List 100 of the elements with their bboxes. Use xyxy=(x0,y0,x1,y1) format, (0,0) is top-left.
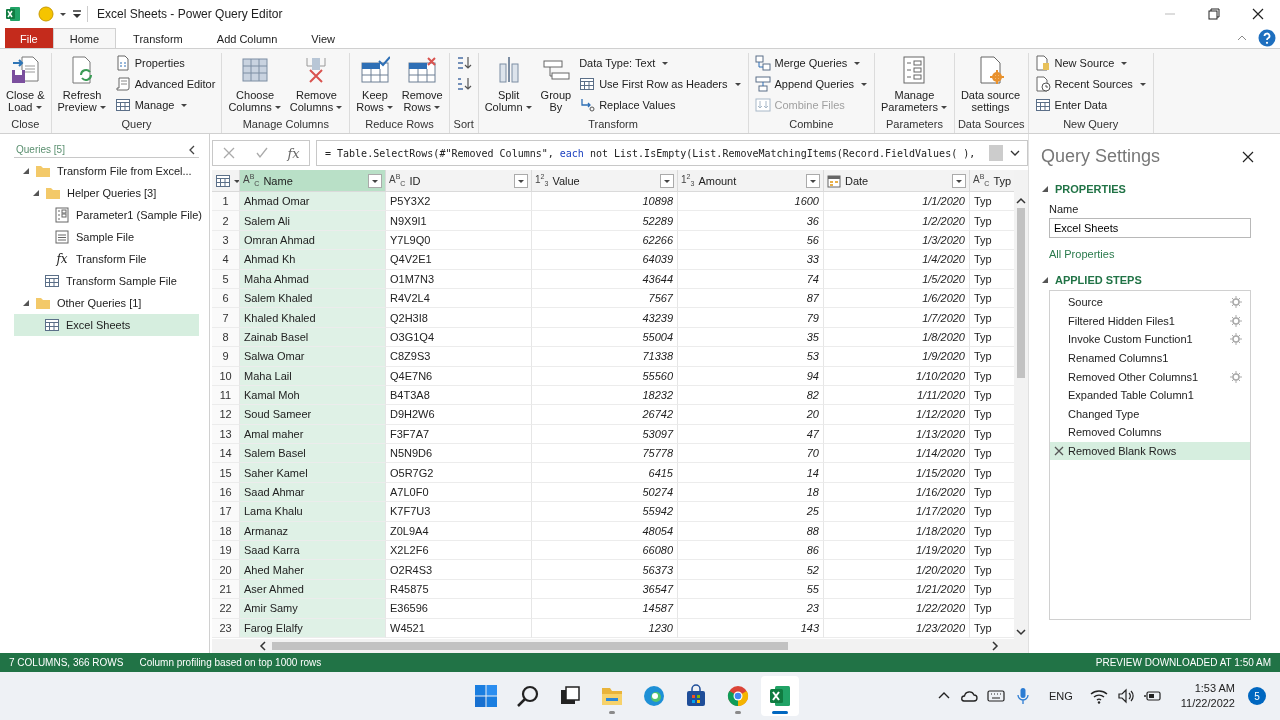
filter-button[interactable] xyxy=(952,173,966,188)
keyboard-icon[interactable] xyxy=(986,687,1005,705)
ribbon-button[interactable]: Enter Data xyxy=(1031,95,1150,115)
step-item[interactable]: Expanded Table Column1 xyxy=(1050,385,1250,405)
merge-icon xyxy=(754,55,771,71)
expanded-arrow-icon[interactable] xyxy=(32,189,40,197)
field-label: Name xyxy=(1049,203,1080,215)
ribbon-button[interactable]: Close & Load xyxy=(3,53,48,115)
notification-badge[interactable]: 5 xyxy=(1248,687,1266,705)
ribbon-button[interactable]: New Source xyxy=(1031,53,1150,73)
filter-button[interactable] xyxy=(368,173,382,188)
scroll-down-icon[interactable] xyxy=(1016,627,1026,637)
ribbon-tab[interactable]: Home xyxy=(52,28,117,48)
collapse-pane-icon[interactable] xyxy=(187,144,197,155)
ribbon-button[interactable]: Manage xyxy=(111,95,219,115)
new-document-icon xyxy=(1034,55,1051,71)
column-header[interactable]: 1$^{2}$$_{3}$ Amount xyxy=(678,170,824,192)
clock-date[interactable]: 11/22/2022 xyxy=(1180,696,1235,711)
query-item[interactable]: Transform File from Excel... xyxy=(14,160,199,182)
formula-field[interactable]: = Table.SelectRows(#"Removed Columns", each not List.IsEmpty(List.RemoveMatchingItems(Record.FieldValues(_), xyxy=(316,140,1028,166)
step-item[interactable]: Source xyxy=(1050,293,1250,312)
customize-icon[interactable] xyxy=(72,9,82,19)
query-item[interactable]: Other Queries [1] xyxy=(14,292,199,314)
expanded-arrow-icon[interactable] xyxy=(22,167,30,175)
caret-icon[interactable] xyxy=(59,10,67,18)
table-menu-button[interactable] xyxy=(212,170,240,192)
language-indicator[interactable]: ENG xyxy=(1048,690,1073,702)
scroll-right-icon[interactable] xyxy=(990,641,1000,651)
close-icon[interactable] xyxy=(1242,150,1254,163)
query-item[interactable]: Transform Sample File xyxy=(14,270,199,292)
ribbon-button[interactable]: Properties xyxy=(111,53,219,73)
speaker-icon[interactable] xyxy=(1116,687,1135,705)
insert-function-button[interactable]: fx xyxy=(287,145,300,161)
query-item[interactable]: Helper Queries [3] xyxy=(14,182,199,204)
query-item[interactable]: fx Transform File xyxy=(14,248,199,270)
step-item[interactable]: Renamed Columns1 xyxy=(1050,348,1250,368)
scroll-left-icon[interactable] xyxy=(258,641,268,651)
ribbon-button[interactable]: Merge Queries xyxy=(751,53,872,73)
help-icon[interactable] xyxy=(1258,29,1276,47)
step-item[interactable]: Filtered Hidden Files1 xyxy=(1050,311,1250,331)
filter-button[interactable] xyxy=(660,173,674,188)
ribbon-button[interactable]: Manage Parameters xyxy=(878,53,951,115)
ribbon-button[interactable]: Data source settings xyxy=(957,53,1024,115)
close-icon[interactable] xyxy=(1252,8,1264,20)
ribbon-button[interactable]: Refresh Preview xyxy=(54,53,110,115)
name-field[interactable]: Excel Sheets xyxy=(1049,218,1251,238)
table-cell: Salem Basel xyxy=(240,444,386,464)
step-item[interactable]: Changed Type xyxy=(1050,404,1250,424)
ribbon-button[interactable]: Split Column xyxy=(481,53,536,115)
ribbon-tab[interactable]: View xyxy=(294,28,352,48)
step-item[interactable]: Removed Columns xyxy=(1050,423,1250,442)
formula-scroll-thumb[interactable] xyxy=(989,145,1003,161)
scroll-up-icon[interactable] xyxy=(1016,196,1026,206)
scroll-thumb[interactable] xyxy=(1017,208,1025,378)
delete-icon[interactable] xyxy=(1053,445,1065,458)
ribbon-button[interactable]: Advanced Editor xyxy=(111,74,219,94)
vertical-scrollbar[interactable] xyxy=(1014,170,1028,639)
column-header[interactable]: A$^{B}$$_{C}$ Name xyxy=(240,170,386,192)
folder-icon xyxy=(35,163,51,179)
scroll-thumb[interactable] xyxy=(272,642,788,650)
table-cell: N5N9D6 xyxy=(386,444,532,464)
step-item[interactable]: Removed Other Columns1 xyxy=(1050,367,1250,386)
column-header[interactable]: Date xyxy=(824,170,970,192)
ribbon-button[interactable]: Append Queries xyxy=(751,74,872,94)
filter-button[interactable] xyxy=(514,173,528,188)
clock-time[interactable]: 1:53 AM xyxy=(1194,681,1235,696)
horizontal-scrollbar[interactable] xyxy=(212,639,1028,653)
ribbon-button[interactable]: Choose Columns xyxy=(225,53,285,115)
column-header[interactable]: A$^{B}$$_{C}$ Typ xyxy=(970,170,1015,192)
query-item[interactable]: Excel Sheets xyxy=(14,314,199,336)
ribbon-button[interactable]: Keep Rows xyxy=(353,53,397,115)
table-cell: P5Y3X2 xyxy=(386,192,532,212)
file-tab[interactable]: File xyxy=(5,28,53,48)
ribbon-button[interactable]: Use First Row as Headers xyxy=(576,74,745,94)
ribbon-button[interactable]: Group By xyxy=(537,53,575,115)
ribbon-button[interactable]: Recent Sources xyxy=(1031,74,1150,94)
all-properties-link[interactable]: All Properties xyxy=(1049,248,1115,260)
expanded-arrow-icon[interactable] xyxy=(22,299,30,307)
query-item[interactable]: Sample File xyxy=(14,226,199,248)
ribbon-tab[interactable]: Add Column xyxy=(199,28,295,48)
sort-descending-icon xyxy=(455,76,472,92)
table-cell: Y7L9Q0 xyxy=(386,230,532,251)
ribbon-button[interactable]: Remove Rows xyxy=(398,53,446,115)
table-icon xyxy=(114,97,131,113)
ribbon-button[interactable]: Replace Values xyxy=(576,95,745,115)
expanded-arrow-icon[interactable] xyxy=(1041,276,1049,284)
ribbon-tab[interactable]: Transform xyxy=(116,28,200,48)
ribbon-button[interactable]: Remove Columns xyxy=(286,53,347,115)
filter-button[interactable] xyxy=(806,173,820,188)
column-header[interactable]: 1$^{2}$$_{3}$ Value xyxy=(532,170,678,192)
table-cell: 82 xyxy=(678,385,824,406)
column-header[interactable]: A$^{B}$$_{C}$ ID xyxy=(386,170,532,192)
wifi-icon[interactable] xyxy=(1089,687,1108,705)
check-icon[interactable] xyxy=(254,146,269,160)
replace-icon xyxy=(579,97,596,113)
expanded-arrow-icon[interactable] xyxy=(1041,185,1049,193)
step-item[interactable]: Invoke Custom Function1 xyxy=(1050,330,1250,349)
step-item[interactable]: Removed Blank Rows xyxy=(1050,441,1250,461)
ribbon-button[interactable]: Data Type: Text xyxy=(576,53,745,73)
restore-icon[interactable] xyxy=(1208,8,1220,20)
